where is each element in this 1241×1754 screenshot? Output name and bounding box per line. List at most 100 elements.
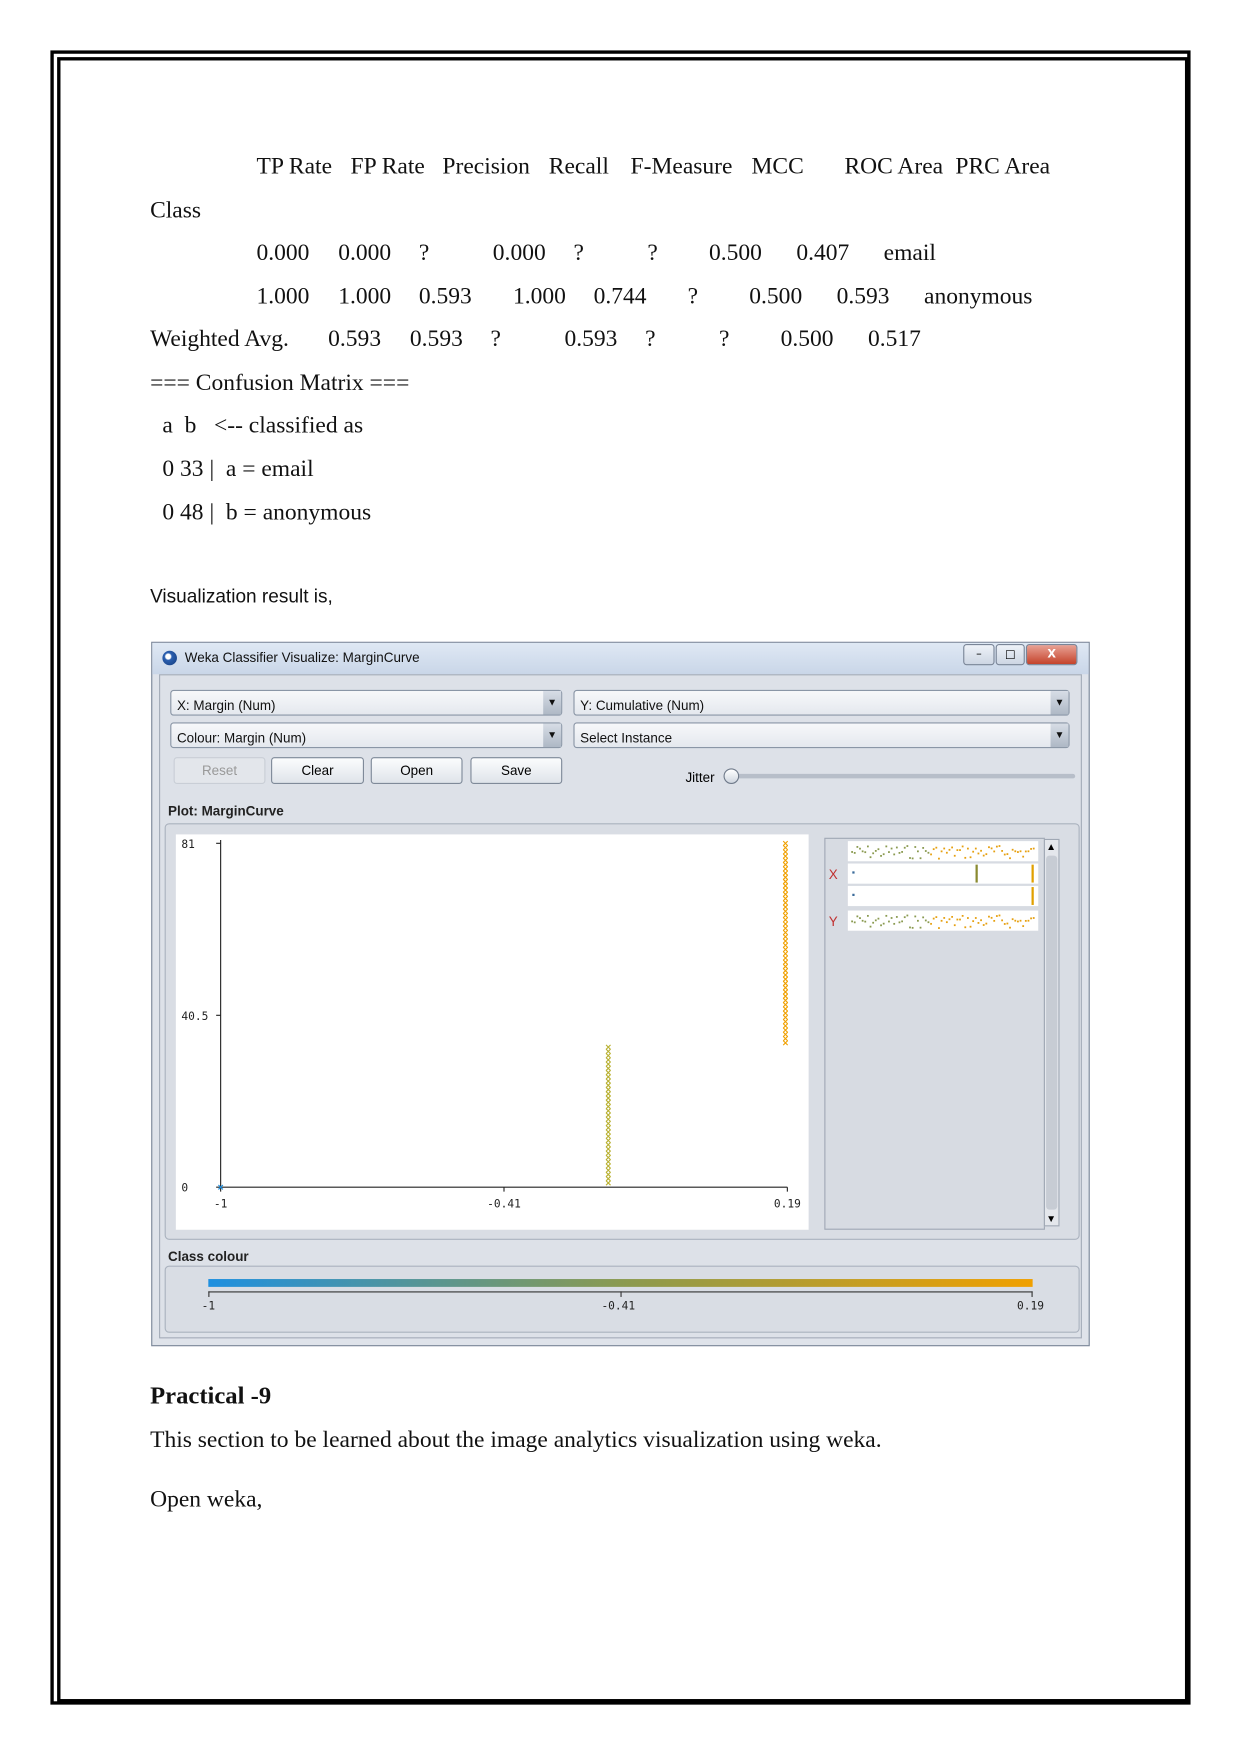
confusion-title: === Confusion Matrix ===	[150, 368, 410, 396]
attribute-dot	[861, 850, 864, 853]
clear-button[interactable]: Clear	[271, 757, 364, 784]
attribute-dot	[856, 915, 859, 918]
attribute-dot	[864, 851, 867, 854]
colour-value: Colour: Margin (Num)	[176, 730, 307, 746]
close-button[interactable]: X	[1025, 644, 1078, 666]
attribute-dot	[982, 924, 985, 926]
attr-y-marker: Y	[828, 913, 838, 930]
open-button[interactable]: Open	[370, 757, 463, 784]
select-instance[interactable]: Select Instance ▼	[573, 722, 1070, 749]
data-point	[782, 908, 789, 914]
data-point	[782, 874, 789, 880]
scroll-up-icon[interactable]: ▲	[1046, 841, 1056, 852]
attribute-dot	[1011, 918, 1014, 921]
dot	[852, 871, 855, 874]
attribute-dot	[1030, 848, 1032, 850]
attribute-dot	[956, 918, 959, 921]
colour-tick-label: -1	[201, 1300, 216, 1313]
attribute-scrollbar[interactable]: ▲ ▼	[1043, 838, 1060, 1227]
weighted-tp: 0.593	[328, 324, 382, 352]
data-point	[782, 904, 789, 910]
attribute-dot	[967, 847, 969, 850]
attribute-dot	[1001, 919, 1004, 922]
attribute-dot	[919, 926, 922, 929]
attribute-dot	[895, 916, 898, 918]
data-point	[782, 959, 789, 965]
data-point	[782, 895, 789, 902]
data-point	[605, 1082, 611, 1088]
attribute-dot	[945, 921, 948, 924]
data-point	[605, 1142, 611, 1148]
attribute-bar[interactable]	[847, 841, 1039, 862]
class-colour-panel	[164, 1265, 1080, 1333]
data-point	[782, 946, 789, 953]
y-tick-label: 81	[181, 838, 194, 851]
header-class: Class	[150, 196, 202, 223]
data-point	[605, 1044, 611, 1050]
data-point	[782, 912, 789, 919]
data-point	[782, 840, 789, 846]
jitter-slider-thumb[interactable]	[723, 768, 740, 784]
class-colour-label: Class colour	[168, 1248, 249, 1265]
row1-fmeasure: ?	[573, 238, 584, 266]
data-point	[782, 951, 789, 957]
attribute-dot	[980, 849, 982, 852]
title-bar[interactable]: Weka Classifier Visualize: MarginCurve –…	[152, 642, 1089, 675]
data-point	[605, 1048, 611, 1054]
attribute-dot	[964, 856, 967, 859]
attribute-dot	[1022, 855, 1025, 858]
attribute-dot	[895, 846, 898, 849]
data-point	[605, 1074, 611, 1080]
attribute-dot	[903, 846, 906, 849]
attribute-dot	[906, 845, 909, 847]
data-point	[782, 942, 789, 948]
data-point	[605, 1146, 611, 1152]
attribute-dot	[972, 920, 975, 923]
row2-recall: 1.000	[512, 282, 566, 310]
attribute-bar[interactable]	[847, 885, 1039, 907]
attribute-bar-x[interactable]	[847, 863, 1039, 884]
row2-tp: 1.000	[256, 282, 310, 310]
attribute-dot	[1017, 920, 1019, 923]
attribute-dot	[930, 853, 932, 856]
attribute-dot	[927, 851, 930, 854]
x-axis-select[interactable]: X: Margin (Num) ▼	[170, 689, 563, 716]
confusion-row: 0 48 | b = anonymous	[162, 498, 372, 526]
header-tp-rate: TP Rate	[256, 152, 333, 180]
chevron-down-icon: ▼	[543, 723, 562, 748]
minimize-button[interactable]: –	[963, 644, 995, 666]
data-point	[782, 925, 789, 931]
scroll-down-icon[interactable]: ▼	[1046, 1213, 1056, 1224]
attribute-dot	[909, 926, 911, 929]
weighted-fp: 0.593	[409, 324, 463, 352]
attribute-dot	[869, 856, 872, 859]
data-point	[605, 1061, 611, 1067]
data-point	[605, 1176, 611, 1182]
row1-recall: 0.000	[492, 238, 546, 266]
scroll-thumb[interactable]	[1046, 855, 1058, 1210]
y-axis-select[interactable]: Y: Cumulative (Num) ▼	[573, 689, 1070, 716]
row1-prc: 0.407	[796, 238, 850, 266]
dot	[852, 893, 855, 896]
attribute-bar-y[interactable]	[847, 910, 1039, 931]
colour-select[interactable]: Colour: Margin (Num) ▼	[170, 722, 563, 749]
y-tick-label: 0	[181, 1182, 188, 1195]
attribute-dot	[956, 849, 959, 851]
maximize-button[interactable]: □	[995, 644, 1025, 666]
attribute-dot	[993, 919, 996, 922]
data-point	[782, 976, 789, 982]
jitter-slider[interactable]	[728, 773, 1076, 779]
attribute-dot	[1027, 850, 1030, 853]
data-point	[605, 1154, 611, 1161]
data-point	[605, 1108, 611, 1114]
header-precision: Precision	[442, 152, 530, 180]
data-point	[782, 993, 789, 999]
header-f-measure: F-Measure	[630, 152, 733, 180]
attribute-dot	[932, 848, 935, 851]
save-button[interactable]: Save	[470, 757, 563, 784]
weighted-prc: 0.517	[868, 324, 921, 352]
attribute-dot	[940, 850, 943, 853]
data-point	[782, 887, 789, 893]
reset-button[interactable]: Reset	[173, 757, 266, 784]
attribute-dot	[911, 857, 914, 860]
